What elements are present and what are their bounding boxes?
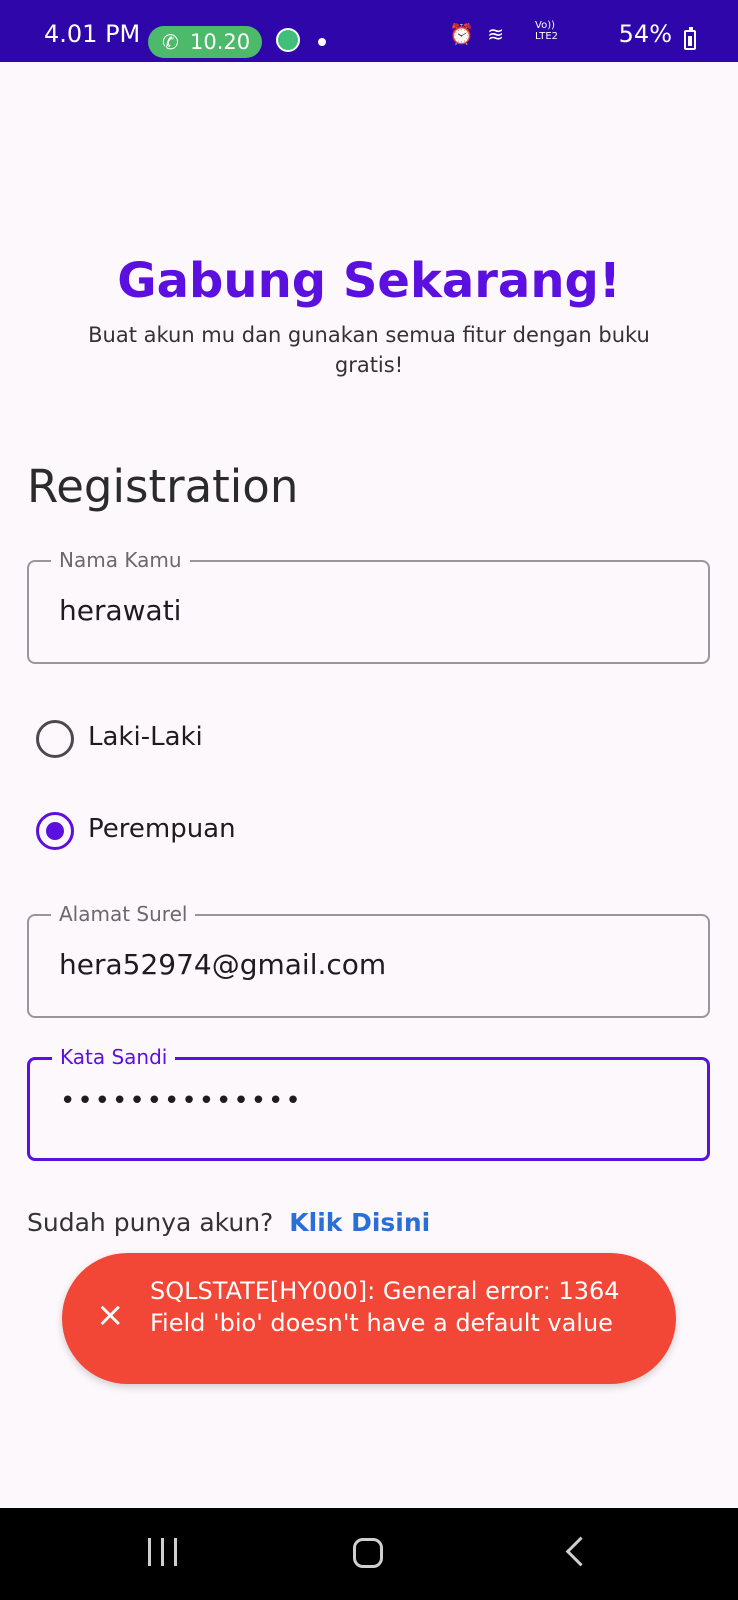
- name-field[interactable]: Nama Kamu: [27, 548, 710, 664]
- wifi-icon: ≋: [487, 22, 510, 46]
- radio-label-laki-laki: Laki-Laki: [88, 722, 203, 752]
- radio-button-perempuan[interactable]: [36, 812, 74, 850]
- close-icon[interactable]: ×: [96, 1295, 125, 1335]
- call-timer: 10.20: [190, 30, 251, 54]
- page-subtitle: Buat akun mu dan gunakan semua fitur den…: [88, 323, 650, 377]
- password-field[interactable]: Kata Sandi: [27, 1045, 710, 1161]
- battery-icon: [684, 27, 696, 50]
- login-prompt: Sudah punya akun?: [27, 1208, 274, 1237]
- email-input[interactable]: [59, 948, 679, 981]
- status-time: 4.01 PM: [44, 20, 141, 48]
- registration-heading: Registration: [27, 460, 299, 513]
- page-title: Gabung Sekarang!: [117, 253, 621, 309]
- password-input[interactable]: [60, 1086, 680, 1116]
- login-prompt-row: Sudah punya akun? Klik Disini: [27, 1208, 430, 1237]
- home-icon[interactable]: [353, 1538, 383, 1568]
- status-bar: 4.01 PM ✆ 10.20 ⏰ ≋ Vo)) LTE2 54%: [0, 0, 738, 62]
- app-notification-icon: [276, 28, 300, 52]
- password-field-label: Kata Sandi: [52, 1045, 176, 1069]
- email-field[interactable]: Alamat Surel: [27, 902, 710, 1018]
- battery-percent: 54%: [618, 20, 672, 48]
- more-notifications-dot: [318, 38, 326, 46]
- ongoing-call-chip[interactable]: ✆ 10.20: [148, 26, 262, 58]
- navigation-bar: [0, 1508, 738, 1600]
- radio-button-laki-laki[interactable]: [36, 720, 74, 758]
- login-link[interactable]: Klik Disini: [289, 1208, 430, 1237]
- email-field-label: Alamat Surel: [51, 902, 196, 926]
- signal-icon: Vo)) LTE2: [535, 20, 558, 42]
- error-toast: × SQLSTATE[HY000]: General error: 1364 F…: [62, 1253, 676, 1384]
- radio-label-perempuan: Perempuan: [88, 814, 236, 844]
- phone-icon: ✆: [162, 30, 179, 54]
- error-message: SQLSTATE[HY000]: General error: 1364 Fie…: [150, 1277, 620, 1337]
- recent-apps-icon[interactable]: [148, 1538, 178, 1566]
- name-input[interactable]: [59, 594, 679, 627]
- name-field-label: Nama Kamu: [51, 548, 190, 572]
- alarm-icon: ⏰: [449, 22, 480, 46]
- back-icon[interactable]: [565, 1536, 596, 1567]
